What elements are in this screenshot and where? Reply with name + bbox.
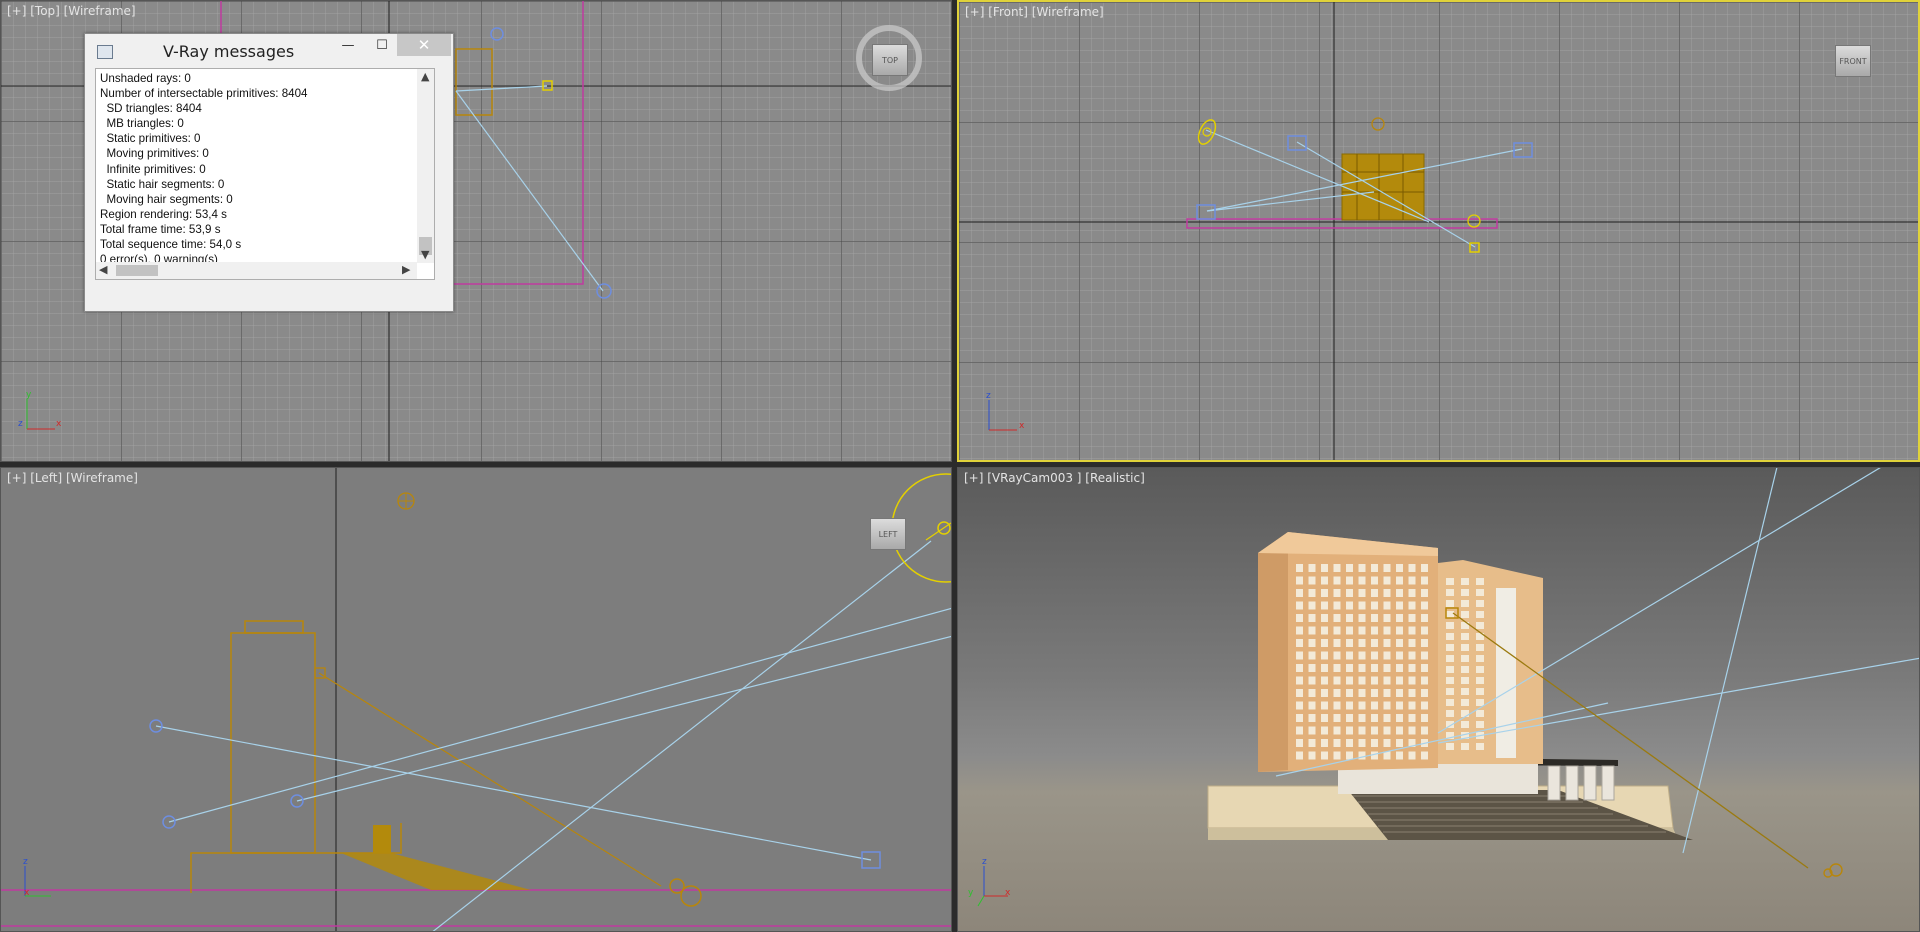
axis-label-z: z [986,391,991,401]
axis-label-y: y [968,888,974,898]
axis-tripod-icon [24,866,51,897]
minimize-button[interactable]: — [333,34,363,56]
message-line: Static hair segments: 0 [100,177,225,191]
message-line: MB triangles: 0 [100,117,184,131]
vertical-scrollbar[interactable]: ▲ ▼ [417,69,434,263]
message-line: Unshaded rays: 0 [100,72,191,85]
viewport-label-camera[interactable]: [+] [VRayCam003 ] [Realistic] [964,471,1145,485]
axis-label-z: z [18,419,23,429]
scroll-down-icon[interactable]: ▼ [421,248,429,261]
camera-scene [1207,468,1919,878]
maximize-button[interactable]: ☐ [367,34,397,56]
window-title: V-Ray messages [163,42,295,61]
message-line: Static primitives: 0 [100,132,201,146]
horizontal-scrollbar[interactable]: ◀ ▶ [96,262,417,279]
close-button[interactable]: ✕ [397,34,451,56]
vray-messages-window[interactable]: V-Ray messages — ☐ ✕ Unshaded rays: 0 Num… [84,33,454,312]
viewport-label-top[interactable]: [+] [Top] [Wireframe] [7,4,136,18]
window-titlebar[interactable]: V-Ray messages — ☐ ✕ [85,34,453,68]
message-line: Total frame time: 53,9 s [100,222,221,236]
horizontal-scroll-thumb[interactable] [116,265,158,276]
axis-label-y: y [26,390,32,400]
front-scene [959,2,1918,460]
scroll-left-icon[interactable]: ◀ [99,263,107,276]
left-scene [1,468,951,931]
message-line: Number of intersectable primitives: 8404 [100,87,308,101]
axis-label-z: z [982,857,987,867]
viewport-front[interactable]: [+] [Front] [Wireframe] FRONT z x [957,0,1920,462]
axis-label-z: z [23,857,28,867]
axis-label-x: x [24,888,30,898]
message-line: SD triangles: 8404 [100,102,202,116]
message-line: Moving hair segments: 0 [100,192,233,206]
message-line: Moving primitives: 0 [100,147,209,161]
axis-label-x: x [1005,888,1011,898]
viewport-label-left[interactable]: [+] [Left] [Wireframe] [7,471,138,485]
window-app-icon [97,45,113,59]
axis-label-x: x [56,419,62,429]
viewport-label-front[interactable]: [+] [Front] [Wireframe] [965,5,1104,19]
message-line: Infinite primitives: 0 [100,162,206,176]
message-lines: Unshaded rays: 0 Number of intersectable … [100,71,308,279]
viewcube-left[interactable]: LEFT [870,518,906,550]
axis-tripod-icon [988,400,1017,431]
viewcube-top[interactable]: TOP [872,44,908,76]
scroll-up-icon[interactable]: ▲ [421,70,429,83]
scroll-right-icon[interactable]: ▶ [402,263,410,276]
axis-tripod-icon [26,399,55,430]
message-line: Total sequence time: 54,0 s [100,238,242,252]
viewport-left[interactable]: [+] [Left] [Wireframe] LEFT z x [0,467,952,932]
axis-tripod-icon [977,866,1008,907]
message-log[interactable]: Unshaded rays: 0 Number of intersectable … [95,68,435,280]
axis-label-x: x [1019,421,1025,431]
viewcube-front[interactable]: FRONT [1835,45,1871,77]
message-line: Region rendering: 53,4 s [100,207,227,221]
viewport-camera[interactable]: [+] [VRayCam003 ] [Realistic] z y x [957,467,1920,932]
